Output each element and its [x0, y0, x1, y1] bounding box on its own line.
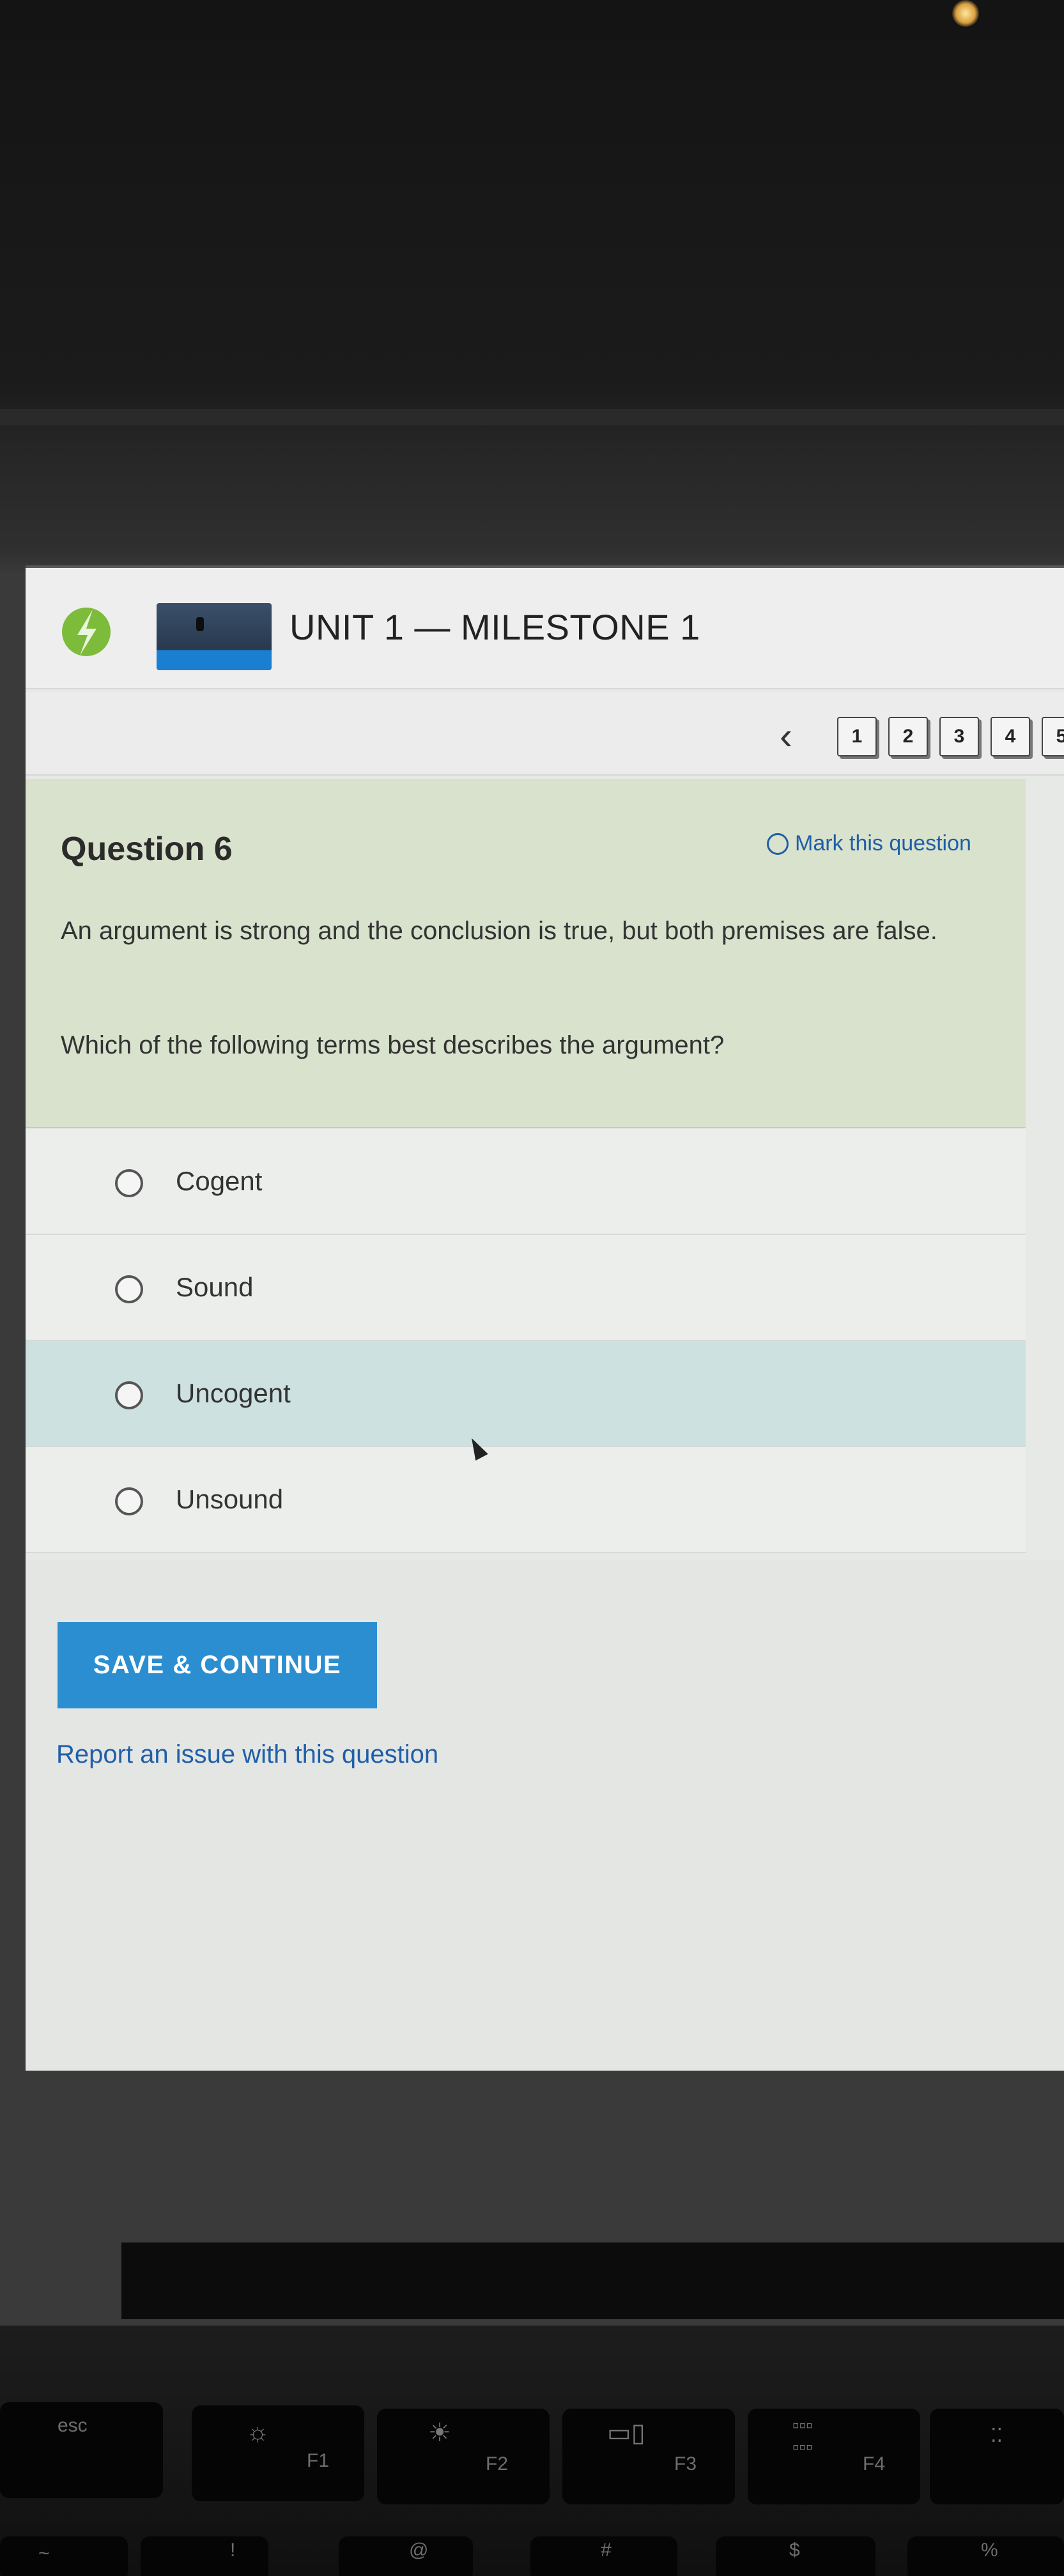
key-f1-label: F1 [307, 2450, 330, 2471]
answer-option-sound[interactable]: Sound [26, 1235, 1026, 1341]
save-continue-button[interactable]: SAVE & CONTINUE [58, 1622, 377, 1708]
answer-option-unsound[interactable]: Unsound [26, 1447, 1026, 1553]
radio-icon[interactable] [115, 1487, 143, 1515]
key-tilde-label: ~ [38, 2543, 50, 2564]
brightness-up-icon: ☀ [428, 2419, 451, 2447]
key-esc-label: esc [58, 2415, 88, 2436]
key-3: # [530, 2536, 677, 2576]
question-nav: ‹ 1 2 3 4 5 [26, 693, 1064, 776]
mission-control-icon: ▭▯ [607, 2419, 645, 2447]
photo-scene: UNIT 1 — MILESTONE 1 ‹ 1 2 3 4 5 Questio… [0, 0, 1064, 2576]
key-f4-label: F4 [863, 2453, 886, 2474]
unit-title: UNIT 1 — MILESTONE 1 [289, 607, 700, 647]
key-4-label: $ [789, 2540, 800, 2561]
radio-icon[interactable] [115, 1169, 143, 1197]
circle-icon [767, 832, 789, 855]
key-5-label: % [981, 2540, 998, 2561]
chevron-left-icon[interactable]: ‹ [780, 717, 812, 756]
answer-label: Sound [176, 1272, 254, 1302]
unit-thumbnail [157, 603, 272, 670]
key-2: @ [339, 2536, 473, 2576]
app-header: UNIT 1 — MILESTONE 1 [26, 568, 1064, 689]
answer-label: Unsound [176, 1484, 284, 1514]
key-5: % [907, 2536, 1064, 2576]
key-3-label: # [601, 2540, 612, 2561]
key-f1: ☼ F1 [192, 2405, 364, 2501]
laptop-screen: UNIT 1 — MILESTONE 1 ‹ 1 2 3 4 5 Questio… [26, 565, 1064, 2071]
answer-label: Cogent [176, 1166, 263, 1196]
key-f2: ☀ F2 [377, 2409, 550, 2504]
answer-option-uncogent[interactable]: Uncogent [26, 1341, 1026, 1447]
question-nav-5[interactable]: 5 [1042, 717, 1064, 756]
question-nav-1[interactable]: 1 [837, 717, 877, 756]
mark-question-button[interactable]: Mark this question [767, 831, 971, 856]
question-nav-4[interactable]: 4 [991, 717, 1030, 756]
key-f3: ▭▯ F3 [562, 2409, 735, 2504]
brightness-down-icon: ☼ [246, 2418, 270, 2446]
question-title: Question 6 [61, 831, 233, 868]
key-2-label: @ [409, 2540, 429, 2561]
question-text: An argument is strong and the conclusion… [61, 917, 937, 945]
answer-option-cogent[interactable]: Cogent [26, 1129, 1026, 1235]
launchpad-icon: ▫▫▫ ▫▫▫ [792, 2415, 813, 2458]
keyboard-hinge [121, 2242, 1064, 2319]
key-f3-label: F3 [674, 2453, 697, 2474]
question-nav-2[interactable]: 2 [888, 717, 928, 756]
key-1: ! [141, 2536, 268, 2576]
key-4: $ [716, 2536, 875, 2576]
question-prompt: Which of the following terms best descri… [61, 1031, 725, 1059]
key-tilde: ~ [0, 2536, 128, 2576]
answer-options: Cogent Sound Uncogent Unsound [26, 1129, 1026, 1553]
key-1-label: ! [230, 2540, 236, 2561]
key-f2-label: F2 [486, 2453, 509, 2474]
sophia-logo-icon [62, 608, 111, 656]
key-esc: esc [0, 2402, 163, 2498]
mark-question-label: Mark this question [795, 831, 971, 855]
key-f5: ⁚⁚ [930, 2409, 1064, 2504]
question-nav-3[interactable]: 3 [939, 717, 979, 756]
keyboard-light-icon: ⁚⁚ [991, 2425, 1003, 2446]
answer-label: Uncogent [176, 1378, 291, 1408]
keyboard: esc ☼ F1 ☀ F2 ▭▯ F3 ▫▫▫▫▫▫ F4 ⁚⁚ ~ ! @ [0, 2326, 1064, 2576]
report-issue-link[interactable]: Report an issue with this question [56, 1740, 438, 1769]
radio-icon[interactable] [115, 1381, 143, 1409]
radio-icon[interactable] [115, 1275, 143, 1303]
question-panel: Question 6 Mark this question An argumen… [26, 779, 1026, 1128]
monitor-bezel [0, 409, 1064, 425]
key-f4: ▫▫▫ ▫▫▫ F4 [748, 2409, 920, 2504]
background-lamp [952, 0, 979, 27]
